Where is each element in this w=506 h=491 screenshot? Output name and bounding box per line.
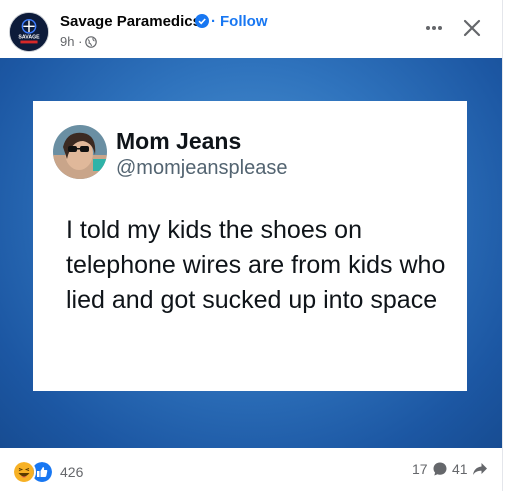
post-footer: 426 17 41	[0, 448, 502, 491]
haha-reaction-icon	[12, 460, 36, 484]
svg-text:SAVAGE: SAVAGE	[18, 35, 40, 41]
tweet-author-name: Mom Jeans	[116, 128, 242, 154]
share-count: 41	[452, 461, 468, 477]
post-meta: 9h ·	[60, 34, 98, 49]
post-image[interactable]: Mom Jeans @momjeansplease I told my kids…	[0, 58, 502, 448]
follow-button[interactable]: Follow	[220, 13, 268, 30]
shares-button[interactable]: 41	[452, 461, 488, 477]
verified-badge-icon	[195, 14, 209, 28]
comments-button[interactable]: 17	[412, 461, 448, 477]
page-name-link[interactable]: Savage Paramedics	[60, 13, 201, 30]
post-header: SAVAGE Savage Paramedics · Follow 9h ·	[0, 0, 502, 58]
globe-icon	[85, 35, 98, 48]
post-card: SAVAGE Savage Paramedics · Follow 9h · M…	[0, 0, 503, 491]
more-options-icon[interactable]	[418, 14, 450, 42]
share-icon	[472, 463, 487, 475]
tweet-author-avatar	[53, 125, 107, 179]
close-icon[interactable]	[456, 12, 488, 44]
page-avatar[interactable]: SAVAGE	[9, 12, 49, 52]
tweet-text: I told my kids the shoes on telephone wi…	[66, 216, 446, 314]
comment-count: 17	[412, 461, 428, 477]
separator-dot: ·	[211, 13, 216, 30]
timestamp-link[interactable]: 9h ·	[60, 34, 82, 49]
tweet-author-handle: @momjeansplease	[116, 157, 288, 179]
reaction-count: 426	[60, 464, 84, 480]
tweet-screenshot: Mom Jeans @momjeansplease I told my kids…	[33, 101, 467, 391]
reactions-summary[interactable]: 426	[12, 460, 83, 484]
comment-icon	[433, 462, 447, 476]
